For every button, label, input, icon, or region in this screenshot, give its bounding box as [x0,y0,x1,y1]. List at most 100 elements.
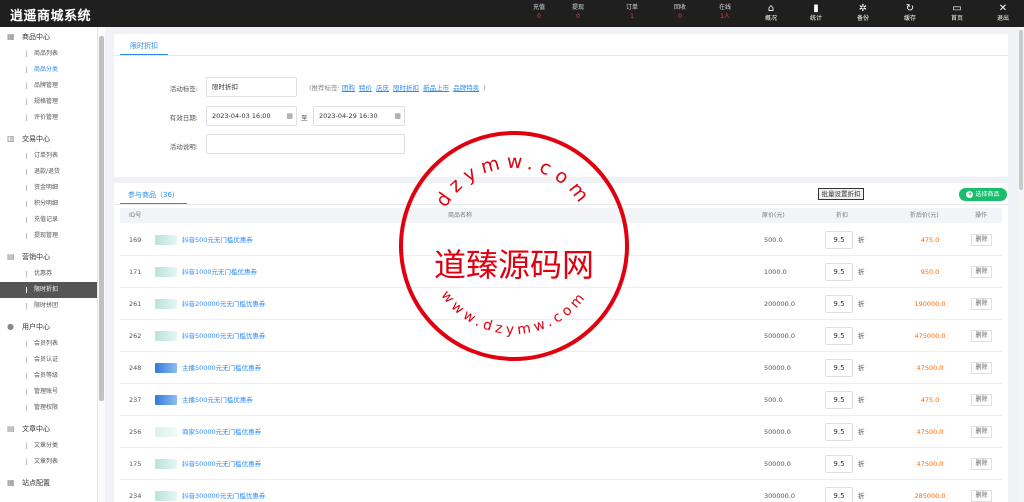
product-thumbnail[interactable] [155,331,177,341]
tag-link-special[interactable]: 特价 [359,84,372,92]
delete-button[interactable]: 删除 [971,234,992,246]
product-name-link[interactable]: 抖音300000元无门槛优惠券 [182,480,265,502]
sidebar-item[interactable]: 评价管理 [0,110,97,126]
sidebar-group[interactable]: ● 用户中心 [0,318,97,336]
calendar-icon: ▦ [394,112,401,120]
date-to-label: 至 [301,114,308,122]
nav-close[interactable]: ✕ 退出 [988,2,1018,23]
sidebar-item[interactable]: 文章列表 [0,454,97,470]
discount-unit: 折 [858,428,865,436]
tag-link-group-buy[interactable]: 团购 [342,84,355,92]
sidebar-group-title: 用户中心 [22,323,50,331]
batch-set-discount-button[interactable]: 批量设置折扣 [818,188,864,200]
sidebar-group[interactable]: ▤ 文章中心 [0,420,97,438]
sidebar-group[interactable]: ▦ 商品中心 [0,28,97,46]
delete-button[interactable]: 删除 [971,426,992,438]
sidebar-scrollbar-thumb[interactable] [99,36,104,401]
discount-input[interactable]: 9.5 [825,455,853,473]
product-thumbnail[interactable] [155,363,177,373]
sidebar-item[interactable]: 文章分类 [0,438,97,454]
activity-desc-input[interactable] [206,134,405,154]
discount-input[interactable]: 9.5 [825,487,853,502]
discount-input[interactable]: 9.5 [825,423,853,441]
sidebar-item[interactable]: 限时拼团 [0,298,97,314]
nav-refresh[interactable]: ↻ 缓存 [895,2,925,23]
discount-input[interactable]: 9.5 [825,231,853,249]
delete-button[interactable]: 删除 [971,394,992,406]
nav-label: 退出 [996,15,1009,22]
tag-link-flash[interactable]: 限时折扣 [393,84,419,92]
nav-monitor[interactable]: ▭ 首页 [942,2,972,23]
sidebar-item[interactable]: 商品列表 [0,46,97,62]
delete-button[interactable]: 删除 [971,266,992,278]
select-products-button[interactable]: + 选择商品 [959,188,1007,201]
delete-button[interactable]: 删除 [971,362,992,374]
delete-button[interactable]: 删除 [971,298,992,310]
tag-link-brand[interactable]: 品牌特卖 [453,84,479,92]
product-thumbnail[interactable] [155,235,177,245]
tab-flash-discount[interactable]: 限时折扣 [120,38,168,56]
discount-input[interactable]: 9.5 [825,391,853,409]
product-name-link[interactable]: 抖音200000元无门槛优惠券 [182,288,265,320]
nav-home[interactable]: ⌂ 概况 [756,2,786,23]
delete-button[interactable]: 删除 [971,490,992,502]
end-date-input[interactable]: 2023-04-29 16:30 ▦ [313,106,405,126]
discount-input[interactable]: 9.5 [825,327,853,345]
sidebar-item[interactable]: 会员列表 [0,336,97,352]
tab-divider [114,55,1008,56]
product-name-link[interactable]: 商家50000元无门槛优惠券 [182,416,261,448]
discount-input[interactable]: 9.5 [825,359,853,377]
sidebar-item[interactable]: 会员认证 [0,352,97,368]
header-stat[interactable]: 充值 0 [521,3,557,22]
product-name-link[interactable]: 抖音500元无门槛优惠券 [182,224,253,256]
product-name-link[interactable]: 抖音500000元无门槛优惠券 [182,320,265,352]
sidebar-item[interactable]: 资金明细 [0,180,97,196]
product-thumbnail[interactable] [155,267,177,277]
activity-title-input[interactable]: 限时折扣 [206,77,297,97]
nav-bar-chart[interactable]: ▮ 统计 [801,2,831,23]
product-thumbnail[interactable] [155,427,177,437]
discount-input[interactable]: 9.5 [825,295,853,313]
col-name: 商品名称 [448,212,473,219]
delete-button[interactable]: 删除 [971,458,992,470]
sidebar-item[interactable]: 品牌管理 [0,78,97,94]
sidebar-group[interactable]: ▤ 营销中心 [0,248,97,266]
product-name-link[interactable]: 主播50000元无门槛优惠券 [182,352,261,384]
sidebar-item[interactable]: 优惠券 [0,266,97,282]
sidebar-item[interactable]: 积分明细 [0,196,97,212]
header-stat[interactable]: 订单 1 [614,3,650,22]
sidebar-item[interactable]: 退款/退货 [0,164,97,180]
product-thumbnail[interactable] [155,459,177,469]
header-stat[interactable]: 回收 0 [662,3,698,22]
sidebar-item[interactable]: 提现管理 [0,228,97,244]
sidebar-group[interactable]: ▦ 站点配置 [0,474,97,492]
sidebar-item[interactable]: 商品分类 [0,62,97,78]
product-thumbnail[interactable] [155,491,177,501]
tag-link-anniversary[interactable]: 店庆 [376,84,389,92]
delete-button[interactable]: 删除 [971,330,992,342]
sidebar-item[interactable]: 订单列表 [0,148,97,164]
header-stat[interactable]: 提现 0 [560,3,596,22]
row-final-price: 475.0 [920,396,940,404]
product-name-link[interactable]: 抖音50000元无门槛优惠券 [182,448,261,480]
sidebar-item[interactable]: 管理权限 [0,400,97,416]
discount-input[interactable]: 9.5 [825,263,853,281]
header-stat[interactable]: 在线 1人 [707,3,743,22]
sidebar-item[interactable]: 限时折扣 [0,282,97,298]
product-thumbnail[interactable] [155,395,177,405]
nav-backup[interactable]: ✲ 备份 [848,2,878,23]
product-name-link[interactable]: 抖音1000元无门槛优惠券 [182,256,257,288]
sidebar-item[interactable]: 充值记录 [0,212,97,228]
product-thumbnail[interactable] [155,299,177,309]
sidebar-group[interactable]: ▥ 交易中心 [0,130,97,148]
sidebar-item[interactable]: 管理账号 [0,384,97,400]
sidebar-item[interactable]: 会员等级 [0,368,97,384]
row-final-price: 475.0 [920,236,940,244]
product-name-link[interactable]: 主播500元无门槛优惠券 [182,384,253,416]
tab-participating-products[interactable]: 参与商品（36） [120,187,187,205]
tag-link-new[interactable]: 新品上市 [423,84,449,92]
main-scrollbar-thumb[interactable] [1019,30,1023,190]
sidebar-item[interactable]: 规格管理 [0,94,97,110]
home-icon: ⌂ [767,3,775,14]
start-date-input[interactable]: 2023-04-03 16:00 ▦ [206,106,297,126]
